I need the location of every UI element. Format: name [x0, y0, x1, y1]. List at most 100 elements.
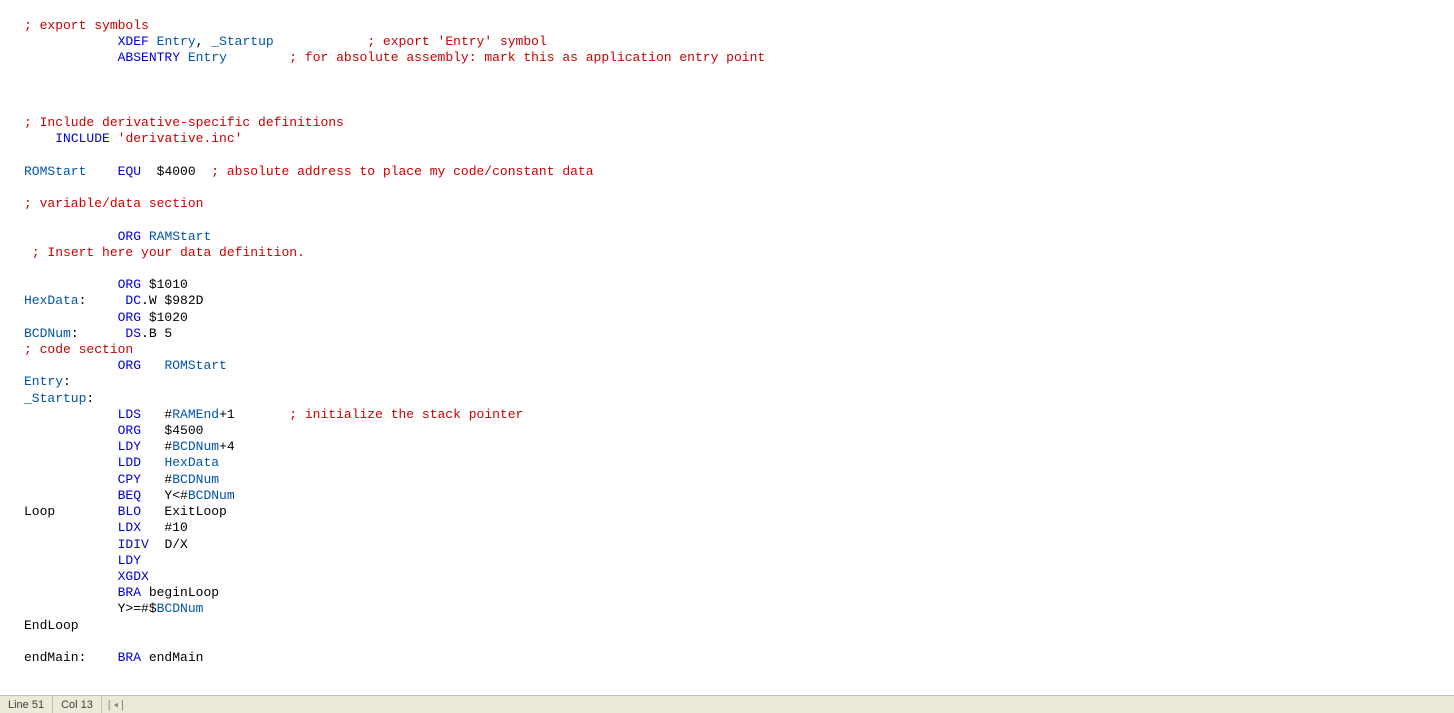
code-line[interactable]: ORG RAMStart [24, 229, 1454, 245]
code-token: ; code section [24, 342, 133, 357]
code-line[interactable]: INCLUDE 'derivative.inc' [24, 131, 1454, 147]
code-line[interactable]: HexData: DC.W $982D [24, 293, 1454, 309]
code-token: .B 5 [141, 326, 172, 341]
code-token: XDEF [118, 34, 149, 49]
code-line[interactable]: endMain: BRA endMain [24, 650, 1454, 666]
code-token: Y<# [141, 488, 188, 503]
code-token [86, 164, 117, 179]
code-token [180, 50, 188, 65]
code-token: +1 [219, 407, 289, 422]
code-line[interactable]: ORG ROMStart [24, 358, 1454, 374]
code-line[interactable]: ORG $1010 [24, 277, 1454, 293]
code-token: ROMStart [164, 358, 226, 373]
horizontal-scroll-left-icon[interactable]: |◂| [102, 698, 130, 712]
code-token: : [71, 326, 126, 341]
code-token [110, 131, 118, 146]
code-line[interactable]: _Startup: [24, 391, 1454, 407]
code-token [24, 520, 118, 535]
code-token [24, 423, 118, 438]
code-line[interactable]: ; export symbols [24, 18, 1454, 34]
code-token [24, 569, 118, 584]
code-line[interactable]: BEQ Y<#BCDNum [24, 488, 1454, 504]
code-token: $4500 [141, 423, 203, 438]
code-token: ORG [118, 310, 141, 325]
status-line: Line 51 [0, 696, 53, 713]
code-line[interactable] [24, 180, 1454, 196]
code-token: Entry [24, 374, 63, 389]
code-line[interactable] [24, 83, 1454, 99]
code-token [24, 131, 55, 146]
code-token: BCDNum [24, 326, 71, 341]
code-line[interactable]: EndLoop [24, 618, 1454, 634]
code-line[interactable] [24, 148, 1454, 164]
code-token: DC [125, 293, 141, 308]
code-token [24, 553, 118, 568]
code-editor[interactable]: ; export symbols XDEF Entry, _Startup ; … [0, 0, 1454, 666]
code-line[interactable]: LDD HexData [24, 455, 1454, 471]
code-token: # [141, 439, 172, 454]
code-line[interactable]: LDY #BCDNum+4 [24, 439, 1454, 455]
code-line[interactable]: ; Include derivative-specific definition… [24, 115, 1454, 131]
code-token: HexData [164, 455, 219, 470]
code-token [141, 455, 164, 470]
code-line[interactable]: ; code section [24, 342, 1454, 358]
code-line[interactable] [24, 634, 1454, 650]
code-token: ; initialize the stack pointer [289, 407, 523, 422]
code-line[interactable] [24, 67, 1454, 83]
code-line[interactable]: ; variable/data section [24, 196, 1454, 212]
code-line[interactable]: BRA beginLoop [24, 585, 1454, 601]
code-token: ; variable/data section [24, 196, 203, 211]
code-token [24, 245, 32, 260]
code-line[interactable]: LDS #RAMEnd+1 ; initialize the stack poi… [24, 407, 1454, 423]
code-token: RAMEnd [172, 407, 219, 422]
code-token: LDD [118, 455, 141, 470]
code-token: ABSENTRY [118, 50, 180, 65]
code-line[interactable] [24, 99, 1454, 115]
code-token: Loop [24, 504, 118, 519]
code-token [24, 34, 118, 49]
code-token [24, 472, 118, 487]
code-line[interactable]: ; Insert here your data definition. [24, 245, 1454, 261]
code-line[interactable]: ROMStart EQU $4000 ; absolute address to… [24, 164, 1454, 180]
code-token [141, 229, 149, 244]
code-line[interactable]: IDIV D/X [24, 537, 1454, 553]
code-token [149, 34, 157, 49]
status-col: Col 13 [53, 696, 102, 713]
code-token [24, 585, 118, 600]
code-token [227, 50, 289, 65]
code-token [24, 229, 118, 244]
code-token: 'derivative.inc' [118, 131, 243, 146]
code-line[interactable]: Y>=#$BCDNum [24, 601, 1454, 617]
code-token [24, 488, 118, 503]
code-line[interactable]: XDEF Entry, _Startup ; export 'Entry' sy… [24, 34, 1454, 50]
code-token: $1010 [141, 277, 188, 292]
code-token: LDY [118, 553, 141, 568]
code-token: XGDX [118, 569, 149, 584]
code-token [24, 50, 118, 65]
code-line[interactable]: ABSENTRY Entry ; for absolute assembly: … [24, 50, 1454, 66]
code-token: INCLUDE [55, 131, 110, 146]
code-line[interactable] [24, 212, 1454, 228]
code-line[interactable]: ORG $1020 [24, 310, 1454, 326]
code-token: endMain [141, 650, 203, 665]
code-token [24, 277, 118, 292]
code-token: .W $982D [141, 293, 203, 308]
code-line[interactable]: CPY #BCDNum [24, 472, 1454, 488]
code-token: : [86, 391, 94, 406]
code-line[interactable]: ORG $4500 [24, 423, 1454, 439]
code-line[interactable]: Entry: [24, 374, 1454, 390]
code-line[interactable] [24, 261, 1454, 277]
code-token: ORG [118, 229, 141, 244]
code-token: BRA [118, 585, 141, 600]
code-line[interactable]: LDX #10 [24, 520, 1454, 536]
code-line[interactable]: XGDX [24, 569, 1454, 585]
code-token: _Startup [211, 34, 273, 49]
code-line[interactable]: BCDNum: DS.B 5 [24, 326, 1454, 342]
code-token: BEQ [118, 488, 141, 503]
code-line[interactable]: LDY [24, 553, 1454, 569]
code-token [274, 34, 368, 49]
code-line[interactable]: Loop BLO ExitLoop [24, 504, 1454, 520]
code-token: BLO [118, 504, 141, 519]
code-token: BCDNum [172, 472, 219, 487]
code-token: EQU [118, 164, 141, 179]
